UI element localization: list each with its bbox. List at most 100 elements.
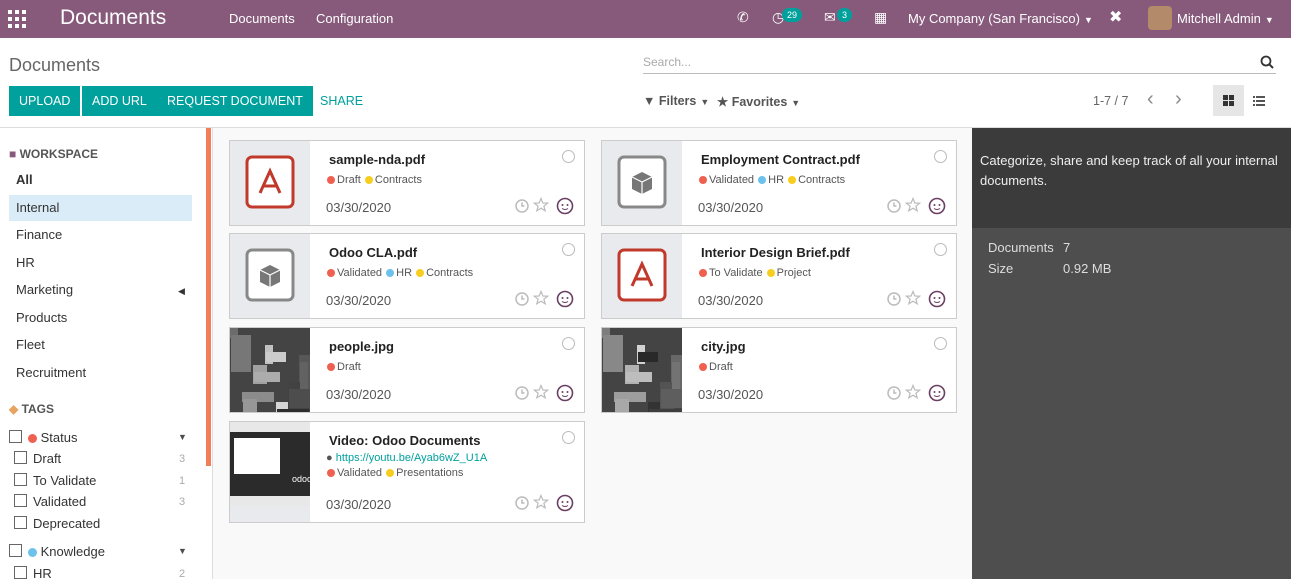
debug-tools-icon[interactable]: ✖	[1109, 7, 1122, 27]
activity-clock-icon[interactable]	[886, 291, 902, 307]
document-name[interactable]: Video: Odoo Documents	[329, 433, 480, 448]
share-button[interactable]: SHARE	[320, 86, 363, 116]
document-name[interactable]: Interior Design Brief.pdf	[701, 245, 850, 260]
chat-icon[interactable]: ✉	[824, 9, 836, 26]
tag-deprecated-checkbox[interactable]	[14, 516, 27, 529]
document-card[interactable]: odoo Video: Odoo Documents ● https://youtu…	[229, 421, 585, 523]
document-name[interactable]: city.jpg	[701, 339, 746, 354]
company-switcher[interactable]: My Company (San Francisco) ▼	[908, 11, 1093, 26]
expand-left-icon[interactable]: ◀	[178, 286, 185, 297]
document-name[interactable]: sample-nda.pdf	[329, 152, 425, 167]
pager-next-icon[interactable]: ›	[1175, 88, 1182, 111]
favorite-star-icon[interactable]	[905, 290, 921, 306]
workspace-finance[interactable]: Finance	[9, 222, 192, 248]
document-thumbnail[interactable]	[230, 234, 310, 318]
search-bar[interactable]: Search...	[643, 52, 1276, 74]
owner-avatar-icon[interactable]	[928, 290, 946, 308]
document-thumbnail[interactable]	[602, 141, 682, 225]
filter-icon: ▼	[643, 94, 656, 108]
menu-configuration[interactable]: Configuration	[316, 11, 393, 26]
workspace-products[interactable]: Products	[9, 305, 192, 331]
add-url-button[interactable]: ADD URL	[82, 86, 157, 116]
workspace-all[interactable]: All	[9, 167, 192, 193]
search-input[interactable]: Search...	[643, 55, 691, 69]
menu-documents[interactable]: Documents	[229, 11, 295, 26]
document-card[interactable]: city.jpg Draft 03/30/2020	[601, 327, 957, 413]
activity-clock-icon[interactable]	[514, 385, 530, 401]
document-card[interactable]: Odoo CLA.pdf Validated HR Contracts 03/30…	[229, 233, 585, 319]
activity-clock-icon[interactable]	[514, 291, 530, 307]
document-url-text[interactable]: https://youtu.be/Ayab6wZ_U1A	[336, 452, 487, 464]
favorite-star-icon[interactable]	[905, 384, 921, 400]
sidebar-scrollbar[interactable]	[206, 128, 211, 466]
tag-to-validate-checkbox[interactable]	[14, 473, 27, 486]
workspace-internal[interactable]: Internal	[9, 195, 192, 221]
status-group-checkbox[interactable]	[9, 430, 22, 443]
owner-avatar-icon[interactable]	[928, 197, 946, 215]
filters-dropdown[interactable]: ▼ Filters ▼	[643, 94, 709, 108]
favorites-dropdown[interactable]: ★ Favorites ▼	[717, 94, 800, 109]
chevron-down-icon[interactable]: ▼	[178, 432, 187, 442]
document-thumbnail[interactable]	[602, 328, 682, 412]
kanban-view-button[interactable]	[1213, 85, 1244, 116]
owner-avatar-icon[interactable]	[556, 494, 574, 512]
owner-avatar-icon[interactable]	[556, 384, 574, 402]
knowledge-group-checkbox[interactable]	[9, 544, 22, 557]
document-card[interactable]: sample-nda.pdf Draft Contracts 03/30/2020	[229, 140, 585, 226]
pager-value[interactable]: 1-7 / 7	[1093, 94, 1128, 108]
user-menu[interactable]: Mitchell Admin ▼	[1177, 11, 1274, 26]
gift-icon[interactable]: ▦	[874, 9, 887, 26]
activity-clock-icon[interactable]	[886, 198, 902, 214]
owner-avatar-icon[interactable]	[556, 197, 574, 215]
document-url[interactable]: ● https://youtu.be/Ayab6wZ_U1A	[326, 452, 487, 464]
request-document-button[interactable]: REQUEST DOCUMENT	[157, 86, 313, 116]
activity-clock-icon[interactable]	[514, 198, 530, 214]
list-view-button[interactable]	[1244, 85, 1275, 116]
document-card[interactable]: people.jpg Draft 03/30/2020	[229, 327, 585, 413]
workspace-recruitment[interactable]: Recruitment	[9, 360, 192, 386]
workspace-fleet[interactable]: Fleet	[9, 332, 192, 358]
apps-menu-icon[interactable]	[8, 10, 26, 28]
activity-clock-icon[interactable]	[886, 385, 902, 401]
document-thumbnail[interactable]	[230, 328, 310, 412]
select-radio[interactable]	[562, 337, 575, 350]
workspace-hr[interactable]: HR	[9, 250, 192, 276]
select-radio[interactable]	[562, 150, 575, 163]
document-name[interactable]: people.jpg	[329, 339, 394, 354]
document-thumbnail[interactable]	[230, 141, 310, 225]
avatar[interactable]	[1148, 6, 1172, 30]
tag-validated-checkbox[interactable]	[14, 494, 27, 507]
tag-draft-checkbox[interactable]	[14, 451, 27, 464]
favorite-star-icon[interactable]	[533, 197, 549, 213]
select-radio[interactable]	[934, 243, 947, 256]
workspace-marketing[interactable]: Marketing	[9, 277, 192, 303]
tag-color-dot	[386, 269, 395, 278]
activity-clock-icon[interactable]	[514, 495, 530, 511]
owner-avatar-icon[interactable]	[556, 290, 574, 308]
pager-previous-icon[interactable]: ‹	[1147, 88, 1154, 111]
select-radio[interactable]	[562, 243, 575, 256]
activity-count-badge: 29	[782, 8, 803, 22]
favorite-star-icon[interactable]	[533, 384, 549, 400]
document-card[interactable]: Employment Contract.pdf Validated HR Cont…	[601, 140, 957, 226]
upload-button[interactable]: UPLOAD	[9, 86, 81, 116]
select-radio[interactable]	[934, 337, 947, 350]
document-thumbnail[interactable]: odoo	[230, 422, 310, 522]
document-card[interactable]: Interior Design Brief.pdf To Validate Pro…	[601, 233, 957, 319]
favorite-star-icon[interactable]	[533, 494, 549, 510]
select-radio[interactable]	[934, 150, 947, 163]
select-radio[interactable]	[562, 431, 575, 444]
chevron-down-icon[interactable]: ▼	[178, 546, 187, 556]
phone-icon[interactable]: ✆	[737, 9, 749, 26]
document-thumbnail[interactable]	[602, 234, 682, 318]
document-name[interactable]: Employment Contract.pdf	[701, 152, 860, 167]
tag-color-dot	[758, 176, 767, 185]
favorite-star-icon[interactable]	[533, 290, 549, 306]
favorite-star-icon[interactable]	[905, 197, 921, 213]
search-icon[interactable]	[1260, 55, 1274, 69]
status-color-dot	[28, 434, 37, 444]
workspace-title: WORKSPACE	[19, 147, 99, 161]
document-name[interactable]: Odoo CLA.pdf	[329, 245, 417, 260]
tag-hr-checkbox[interactable]	[14, 566, 27, 579]
owner-avatar-icon[interactable]	[928, 384, 946, 402]
